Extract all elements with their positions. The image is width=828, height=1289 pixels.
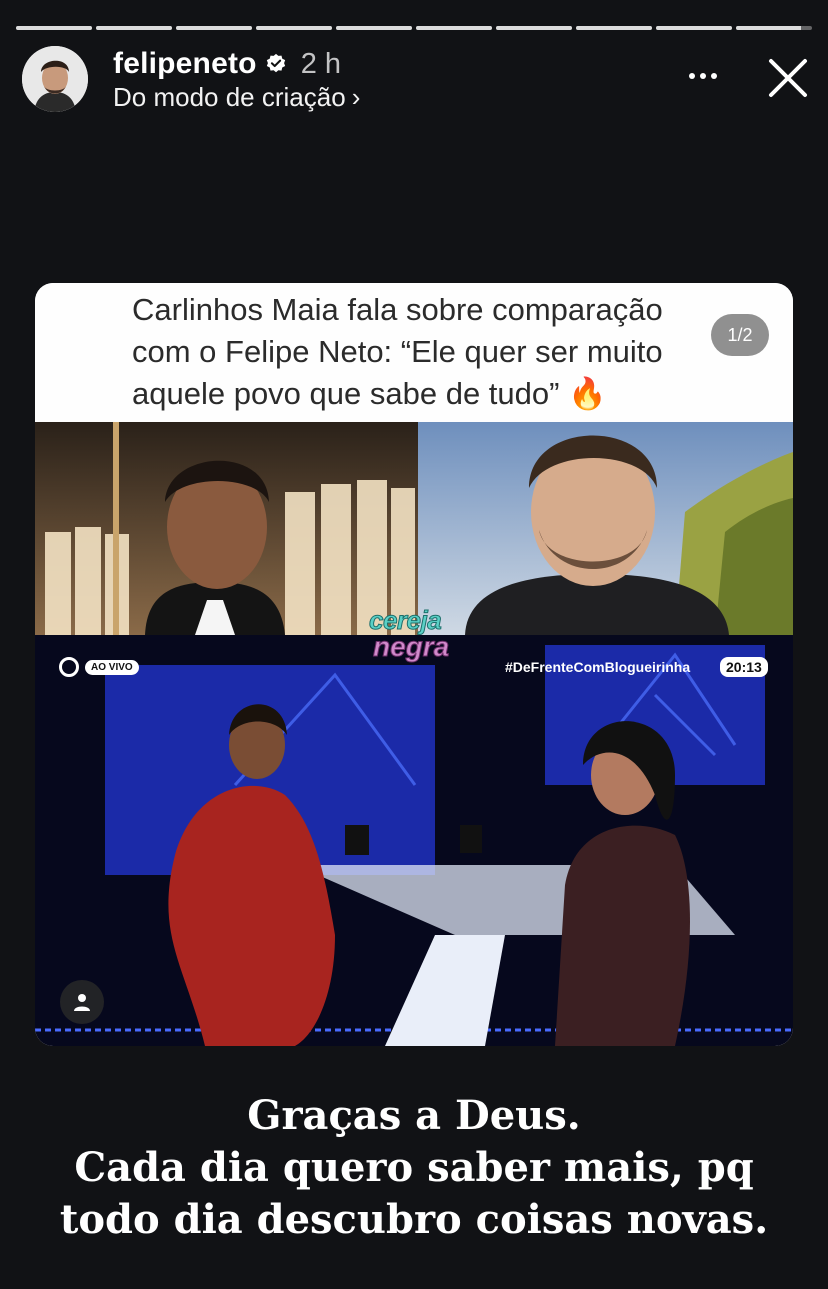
broadcast-clock: 20:13: [720, 657, 768, 677]
post-photos: [35, 422, 793, 635]
progress-segment: [256, 26, 332, 30]
tagged-people-button[interactable]: [60, 980, 104, 1024]
progress-segment: [576, 26, 652, 30]
progress-segment-fill: [656, 26, 732, 30]
progress-segment-fill: [256, 26, 332, 30]
verified-badge-icon: [266, 53, 285, 73]
broadcaster-logo-icon: [59, 657, 79, 677]
headline-line: com o Felipe Neto: “Ele quer ser muito: [132, 334, 663, 369]
channel-logo: cereja negra: [368, 605, 461, 669]
caption-line: todo dia descubro coisas novas.: [59, 1196, 769, 1243]
person-icon: [74, 994, 90, 1011]
more-horizontal-icon[interactable]: [682, 60, 724, 92]
progress-segment: [176, 26, 252, 30]
chevron-right-icon: ›: [351, 82, 361, 112]
story-caption: Graças a Deus. Cada dia quero saber mais…: [0, 1090, 828, 1246]
post-headline: Carlinhos Maia fala sobre comparação com…: [132, 289, 772, 415]
progress-segment-fill: [16, 26, 92, 30]
progress-segment-fill: [736, 26, 801, 30]
post-headline-area: Carlinhos Maia fala sobre comparação com…: [35, 283, 793, 422]
progress-segment-fill: [576, 26, 652, 30]
headline-line: Carlinhos Maia fala sobre comparação: [132, 292, 663, 327]
caption-line: Cada dia quero saber mais, pq: [74, 1144, 754, 1191]
carousel-page-indicator: 1/2: [711, 314, 769, 356]
username[interactable]: felipeneto: [113, 47, 257, 81]
post-time: 2 h: [300, 47, 342, 80]
progress-segment-fill: [96, 26, 172, 30]
shared-post-card[interactable]: Carlinhos Maia fala sobre comparação com…: [35, 283, 793, 1046]
progress-segment: [96, 26, 172, 30]
show-hashtag: #DeFrenteComBlogueirinha: [505, 659, 691, 675]
interview-video-frame: [35, 635, 793, 1046]
avatar[interactable]: [22, 46, 88, 112]
caption-line: Graças a Deus.: [247, 1092, 581, 1139]
progress-segment: [16, 26, 92, 30]
logo-text-line2: negra: [372, 631, 450, 663]
progress-segment-fill: [416, 26, 492, 30]
progress-segment-fill: [496, 26, 572, 30]
live-indicator: AO VIVO: [59, 657, 139, 677]
progress-segment-fill: [336, 26, 412, 30]
close-icon[interactable]: [766, 56, 810, 100]
progress-segment: [416, 26, 492, 30]
story-progress-bar: [16, 26, 812, 30]
progress-segment-fill: [176, 26, 252, 30]
headline-line: aquele povo que sabe de tudo” 🔥: [132, 376, 607, 411]
username-row: felipeneto 2 h: [113, 47, 341, 81]
progress-segment: [736, 26, 812, 30]
story-header: felipeneto 2 h Do modo de criação ›: [22, 44, 812, 112]
creation-mode-label: Do modo de criação: [113, 82, 346, 112]
live-badge: AO VIVO: [85, 659, 139, 675]
progress-segment: [656, 26, 732, 30]
progress-segment: [496, 26, 572, 30]
progress-segment: [336, 26, 412, 30]
creation-mode-link[interactable]: Do modo de criação ›: [113, 82, 360, 113]
